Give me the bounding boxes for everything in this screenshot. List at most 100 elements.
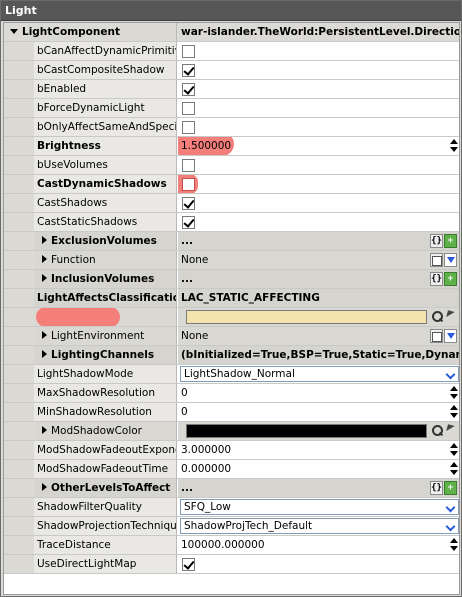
eyedropper-icon[interactable] <box>445 424 457 438</box>
property-name[interactable]: CastShadows <box>34 194 177 212</box>
property-name[interactable]: ShadowProjectionTechnique <box>34 517 177 535</box>
spinner[interactable] <box>449 442 459 458</box>
property-name[interactable]: bCastCompositeShadow <box>34 61 177 79</box>
property-value[interactable]: SFQ_Low <box>178 498 459 516</box>
property-value[interactable]: None <box>178 327 459 345</box>
expand-icon[interactable] <box>42 350 47 358</box>
empty-array-button[interactable]: {} <box>430 234 443 248</box>
spinner[interactable] <box>449 138 459 154</box>
property-value[interactable]: 3.000000 <box>178 441 459 459</box>
property-value[interactable] <box>178 422 459 440</box>
property-name[interactable]: LightAffectsClassification <box>34 289 177 307</box>
checkbox-b-only-affect-same-and-specified-levels[interactable] <box>182 121 195 134</box>
checkbox-cast-static-shadows[interactable] <box>182 216 195 229</box>
property-value[interactable] <box>178 175 459 193</box>
expand-icon[interactable] <box>42 331 47 339</box>
property-value[interactable] <box>178 156 459 174</box>
property-name[interactable]: LightShadowMode <box>34 365 177 383</box>
dropdown-button[interactable] <box>444 253 457 267</box>
expand-icon[interactable] <box>42 483 47 491</box>
property-name[interactable]: OtherLevelsToAffect <box>34 479 177 497</box>
property-name[interactable]: ModShadowFadeoutExponent <box>34 441 177 459</box>
add-item-button[interactable]: + <box>444 234 457 248</box>
collapse-icon[interactable] <box>10 28 18 34</box>
property-value[interactable]: (bInitialized=True,BSP=True,Static=True,… <box>178 346 459 364</box>
property-name[interactable]: TraceDistance <box>34 536 177 554</box>
property-value[interactable]: 0.000000 <box>178 460 459 478</box>
property-name[interactable]: bOnlyAffectSameAndSpecifiedLevels <box>34 118 177 136</box>
color-picker-icon[interactable] <box>431 424 443 438</box>
property-name[interactable]: Brightness <box>34 137 177 155</box>
expand-icon[interactable] <box>42 255 47 263</box>
empty-array-button[interactable]: {} <box>430 272 443 286</box>
checkbox-b-force-dynamic-light[interactable] <box>182 102 195 115</box>
property-name[interactable]: bCanAffectDynamicPrimitives <box>34 42 177 60</box>
checkbox-cast-shadows[interactable] <box>182 197 195 210</box>
expand-icon[interactable] <box>42 236 47 244</box>
combo-light-shadow-mode[interactable]: LightShadow_Normal <box>180 366 459 382</box>
color-swatch[interactable] <box>186 310 427 324</box>
property-name[interactable]: ModShadowFadeoutTime <box>34 460 177 478</box>
property-value[interactable]: 0 <box>178 384 459 402</box>
checkbox-b-can-affect-dynamic-primitives[interactable] <box>182 45 195 58</box>
spinner[interactable] <box>449 537 459 553</box>
property-value[interactable]: ShadowProjTech_Default <box>178 517 459 535</box>
property-name[interactable]: Function <box>34 251 177 269</box>
property-name[interactable]: bUseVolumes <box>34 156 177 174</box>
clear-button[interactable] <box>430 329 443 343</box>
checkbox-b-use-volumes[interactable] <box>182 159 195 172</box>
property-value[interactable] <box>178 99 459 117</box>
property-name[interactable]: MaxShadowResolution <box>34 384 177 402</box>
property-value[interactable] <box>178 555 459 573</box>
property-value[interactable] <box>178 118 459 136</box>
expand-icon[interactable] <box>42 426 47 434</box>
property-value[interactable] <box>178 194 459 212</box>
chevron-down-icon[interactable] <box>444 367 458 381</box>
property-value[interactable]: LAC_STATIC_AFFECTING <box>178 289 459 307</box>
spinner[interactable] <box>449 404 459 420</box>
property-name[interactable]: CastStaticShadows <box>34 213 177 231</box>
property-name[interactable]: MinShadowResolution <box>34 403 177 421</box>
spinner[interactable] <box>449 385 459 401</box>
color-swatch[interactable] <box>186 424 427 438</box>
combo-shadow-projection-technique[interactable]: ShadowProjTech_Default <box>180 518 459 534</box>
header-row[interactable]: LightComponent war-islander.TheWorld:Per… <box>4 23 459 42</box>
property-name[interactable]: LightEnvironment <box>34 327 177 345</box>
property-value[interactable]: 0 <box>178 403 459 421</box>
property-value[interactable]: None <box>178 251 459 269</box>
property-value[interactable] <box>178 61 459 79</box>
add-item-button[interactable]: + <box>444 272 457 286</box>
clear-button[interactable] <box>430 253 443 267</box>
checkbox-use-direct-light-map[interactable] <box>182 558 195 571</box>
property-name[interactable]: ShadowFilterQuality <box>34 498 177 516</box>
chevron-down-icon[interactable] <box>444 500 458 514</box>
property-value[interactable]: 1.500000 <box>178 137 459 155</box>
property-name[interactable]: ModShadowColor <box>34 422 177 440</box>
chevron-down-icon[interactable] <box>444 519 458 533</box>
property-name[interactable]: bEnabled <box>34 80 177 98</box>
property-value[interactable]: ... {} + <box>178 232 459 250</box>
property-value[interactable]: ... {} + <box>178 479 459 497</box>
property-value[interactable]: ... {} + <box>178 270 459 288</box>
checkbox-b-cast-composite-shadow[interactable] <box>182 64 195 77</box>
property-name[interactable]: ExclusionVolumes <box>34 232 177 250</box>
empty-array-button[interactable]: {} <box>430 481 443 495</box>
checkbox-b-enabled[interactable] <box>182 83 195 96</box>
combo-shadow-filter-quality[interactable]: SFQ_Low <box>180 499 459 515</box>
property-value[interactable] <box>178 42 459 60</box>
add-item-button[interactable]: + <box>444 481 457 495</box>
property-name[interactable]: UseDirectLightMap <box>34 555 177 573</box>
property-value[interactable] <box>178 213 459 231</box>
property-name[interactable]: CastDynamicShadows <box>34 175 177 193</box>
property-name[interactable]: bForceDynamicLight <box>34 99 177 117</box>
property-value[interactable]: LightShadow_Normal <box>178 365 459 383</box>
expand-icon[interactable] <box>42 274 47 282</box>
property-name[interactable]: LightColor <box>34 308 177 326</box>
dropdown-button[interactable] <box>444 329 457 343</box>
property-value[interactable] <box>178 80 459 98</box>
checkbox-cast-dynamic-shadows[interactable] <box>182 178 195 191</box>
eyedropper-icon[interactable] <box>445 310 457 324</box>
spinner[interactable] <box>449 461 459 477</box>
property-name[interactable]: InclusionVolumes <box>34 270 177 288</box>
property-value[interactable] <box>178 308 459 326</box>
